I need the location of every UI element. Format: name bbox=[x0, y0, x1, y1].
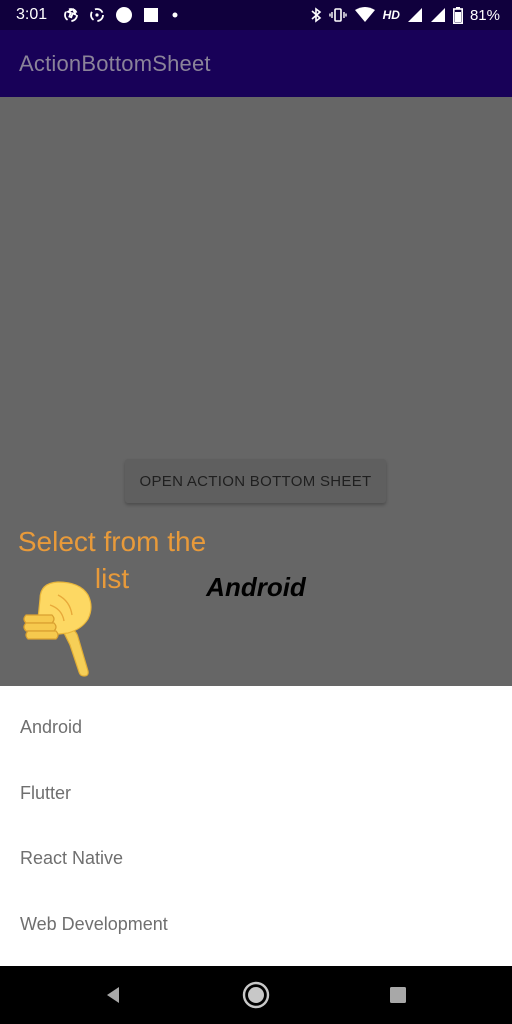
navigation-bar bbox=[0, 966, 512, 1024]
main-content[interactable]: OPEN ACTION BOTTOM SHEET Select from the… bbox=[0, 97, 512, 686]
home-icon[interactable] bbox=[241, 980, 271, 1010]
bluetooth-icon bbox=[310, 6, 322, 24]
app-title: ActionBottomSheet bbox=[19, 50, 211, 76]
square-icon bbox=[143, 6, 159, 24]
status-time: 3:01 bbox=[16, 6, 48, 23]
open-bottom-sheet-button[interactable]: OPEN ACTION BOTTOM SHEET bbox=[125, 459, 386, 503]
signal-icon bbox=[430, 6, 446, 24]
battery-percent: 81% bbox=[469, 6, 500, 24]
status-right: HD 81% bbox=[310, 6, 500, 24]
selected-value: Android bbox=[206, 572, 306, 602]
status-left: 3:01 bbox=[16, 6, 310, 24]
wifi-icon bbox=[354, 6, 376, 24]
circle-icon bbox=[115, 6, 133, 24]
back-icon[interactable] bbox=[98, 980, 128, 1010]
sheet-item-web-development[interactable]: Web Development bbox=[0, 892, 512, 958]
sync-icon bbox=[63, 6, 79, 24]
sync-icon bbox=[89, 6, 105, 24]
status-bar: 3:01 HD 81% bbox=[0, 0, 512, 30]
recents-icon[interactable] bbox=[383, 980, 413, 1010]
hint-line-1: Select from the bbox=[17, 526, 207, 557]
vibrate-icon bbox=[328, 6, 347, 24]
dot-icon bbox=[169, 6, 181, 24]
battery-icon bbox=[452, 6, 463, 24]
bottom-sheet: Android Flutter React Native Web Develop… bbox=[0, 686, 512, 966]
signal-icon bbox=[407, 6, 423, 24]
sheet-item-android[interactable]: Android bbox=[0, 695, 512, 761]
sheet-item-flutter[interactable]: Flutter bbox=[0, 761, 512, 827]
pointing-down-hand-icon bbox=[23, 581, 92, 677]
screen: 3:01 HD 81% ActionBottomSheet OPEN ACTIO… bbox=[0, 0, 512, 1024]
sheet-item-react-native[interactable]: React Native bbox=[0, 826, 512, 892]
network-type-label: HD bbox=[382, 8, 400, 22]
app-bar: ActionBottomSheet bbox=[0, 30, 512, 97]
